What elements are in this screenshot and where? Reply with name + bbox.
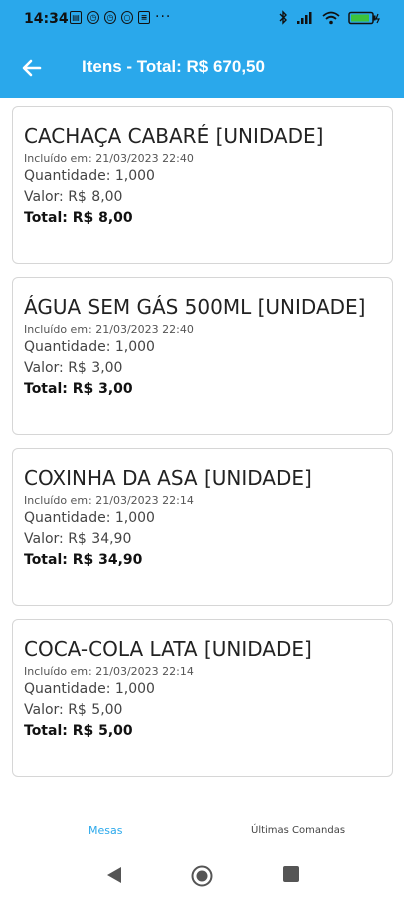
wifi-icon: [322, 11, 340, 24]
status-bar: 14:34 ▤ ◷ ◷ ○ ≡ ···: [0, 0, 404, 38]
search-notification-icon: ○: [121, 11, 133, 24]
item-name: CACHAÇA CABARÉ [UNIDADE]: [24, 124, 324, 148]
item-value: Valor: R$ 5,00: [24, 702, 123, 718]
app-notification-icon: ≡: [138, 11, 150, 24]
battery-icon: [348, 11, 380, 24]
status-time: 14:34: [24, 11, 69, 27]
notification-icons: ▤ ◷ ◷ ○ ≡: [70, 11, 150, 24]
item-quantity: Quantidade: 1,000: [24, 510, 155, 526]
back-arrow-icon[interactable]: [18, 54, 46, 82]
item-date: Incluído em: 21/03/2023 22:14: [24, 665, 194, 678]
more-notifications-icon: ···: [155, 9, 172, 25]
bottom-tab-bar: Mesas Últimas Comandas: [0, 812, 404, 852]
item-name: COXINHA DA ASA [UNIDADE]: [24, 466, 312, 490]
item-total: Total: R$ 3,00: [24, 381, 133, 397]
item-value: Valor: R$ 34,90: [24, 531, 132, 547]
whatsapp-icon: ◷: [87, 11, 99, 24]
item-value: Valor: R$ 8,00: [24, 189, 123, 205]
item-total: Total: R$ 5,00: [24, 723, 133, 739]
item-total: Total: R$ 8,00: [24, 210, 133, 226]
item-card[interactable]: ÁGUA SEM GÁS 500ML [UNIDADE] Incluído em…: [12, 277, 393, 435]
nav-home-icon[interactable]: [191, 865, 213, 887]
nav-recents-icon[interactable]: [283, 866, 299, 882]
nav-back-icon[interactable]: [106, 866, 122, 884]
item-total: Total: R$ 34,90: [24, 552, 143, 568]
app-bar: Itens - Total: R$ 670,50: [0, 38, 404, 98]
tab-ultimas-comandas[interactable]: Últimas Comandas: [251, 825, 345, 836]
bluetooth-icon: [279, 10, 287, 25]
system-nav-bar: [0, 852, 404, 900]
status-right-icons: [278, 10, 382, 25]
item-quantity: Quantidade: 1,000: [24, 681, 155, 697]
item-value: Valor: R$ 3,00: [24, 360, 123, 376]
item-card[interactable]: COXINHA DA ASA [UNIDADE] Incluído em: 21…: [12, 448, 393, 606]
item-card[interactable]: COCA-COLA LATA [UNIDADE] Incluído em: 21…: [12, 619, 393, 777]
item-date: Incluído em: 21/03/2023 22:40: [24, 323, 194, 336]
item-name: COCA-COLA LATA [UNIDADE]: [24, 637, 312, 661]
page-title: Itens - Total: R$ 670,50: [82, 57, 265, 76]
item-name: ÁGUA SEM GÁS 500ML [UNIDADE]: [24, 295, 366, 319]
item-card[interactable]: CACHAÇA CABARÉ [UNIDADE] Incluído em: 21…: [12, 106, 393, 264]
tab-mesas[interactable]: Mesas: [88, 824, 122, 837]
whatsapp-business-icon: ◷: [104, 11, 116, 24]
message-icon: ▤: [70, 11, 82, 24]
signal-icon: [297, 11, 312, 24]
item-quantity: Quantidade: 1,000: [24, 339, 155, 355]
item-quantity: Quantidade: 1,000: [24, 168, 155, 184]
item-date: Incluído em: 21/03/2023 22:14: [24, 494, 194, 507]
item-date: Incluído em: 21/03/2023 22:40: [24, 152, 194, 165]
